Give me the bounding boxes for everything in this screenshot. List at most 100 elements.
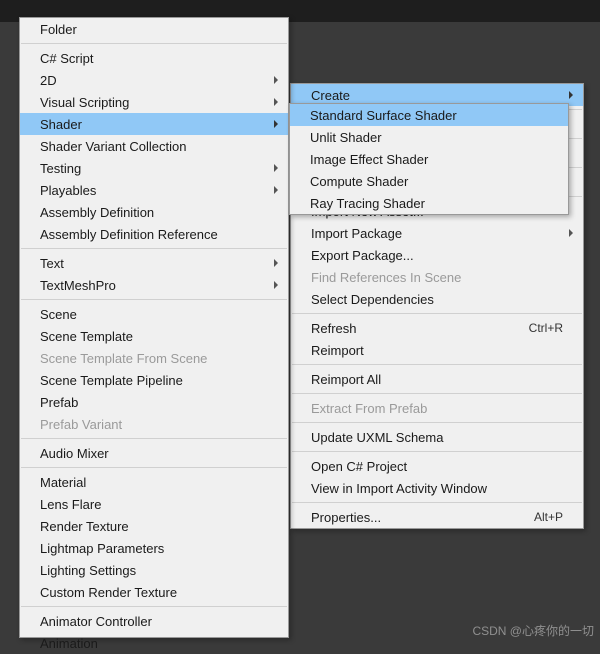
menu-item-material[interactable]: Material: [20, 471, 288, 493]
menu-item-label: Select Dependencies: [311, 292, 434, 307]
menu-item-label: Standard Surface Shader: [310, 108, 457, 123]
menu-item-folder[interactable]: Folder: [20, 18, 288, 40]
menu-item-label: Export Package...: [311, 248, 414, 263]
menu-separator: [292, 313, 582, 314]
menu-item-label: View in Import Activity Window: [311, 481, 487, 496]
menu-item-label: Reimport: [311, 343, 364, 358]
menu-separator: [21, 299, 287, 300]
menu-item-label: Shader Variant Collection: [40, 139, 186, 154]
create-submenu: Folder C# Script 2D Visual Scripting Shader S…: [19, 17, 289, 638]
menu-item-prefab[interactable]: Prefab: [20, 391, 288, 413]
menu-separator: [292, 451, 582, 452]
menu-item-animation[interactable]: Animation: [20, 632, 288, 654]
menu-item-visual-scripting[interactable]: Visual Scripting: [20, 91, 288, 113]
menu-item-label: Material: [40, 475, 86, 490]
menu-item-label: Open C# Project: [311, 459, 407, 474]
menu-item-label: Shader: [40, 117, 82, 132]
menu-separator: [21, 438, 287, 439]
menu-item-unlit-shader[interactable]: Unlit Shader: [290, 126, 568, 148]
menu-item-label: Custom Render Texture: [40, 585, 177, 600]
menu-item-refresh[interactable]: Refresh Ctrl+R: [291, 317, 583, 339]
menu-item-label: Text: [40, 256, 64, 271]
menu-item-custom-render-texture[interactable]: Custom Render Texture: [20, 581, 288, 603]
menu-item-label: Import Package: [311, 226, 402, 241]
menu-item-extract-from-prefab: Extract From Prefab: [291, 397, 583, 419]
menu-item-textmeshpro[interactable]: TextMeshPro: [20, 274, 288, 296]
menu-item-label: Unlit Shader: [310, 130, 382, 145]
menu-item-label: Visual Scripting: [40, 95, 129, 110]
menu-item-ray-tracing-shader[interactable]: Ray Tracing Shader: [290, 192, 568, 214]
menu-item-label: Prefab: [40, 395, 78, 410]
menu-item-scene-template-from-scene: Scene Template From Scene: [20, 347, 288, 369]
menu-item-label: Lens Flare: [40, 497, 101, 512]
menu-item-label: Refresh: [311, 321, 357, 336]
menu-separator: [21, 43, 287, 44]
menu-item-label: Image Effect Shader: [310, 152, 428, 167]
menu-item-animator-controller[interactable]: Animator Controller: [20, 610, 288, 632]
menu-item-label: Scene Template From Scene: [40, 351, 207, 366]
menu-item-properties[interactable]: Properties... Alt+P: [291, 506, 583, 528]
menu-item-label: Audio Mixer: [40, 446, 109, 461]
menu-item-standard-surface-shader[interactable]: Standard Surface Shader: [290, 104, 568, 126]
menu-item-label: Reimport All: [311, 372, 381, 387]
watermark: CSDN @心疼你的一切: [472, 622, 594, 639]
menu-item-lightmap-parameters[interactable]: Lightmap Parameters: [20, 537, 288, 559]
menu-item-select-dependencies[interactable]: Select Dependencies: [291, 288, 583, 310]
menu-item-compute-shader[interactable]: Compute Shader: [290, 170, 568, 192]
menu-item-update-uxml-schema[interactable]: Update UXML Schema: [291, 426, 583, 448]
menu-item-find-references-in-scene: Find References In Scene: [291, 266, 583, 288]
menu-item-label: Extract From Prefab: [311, 401, 427, 416]
menu-item-label: Lighting Settings: [40, 563, 136, 578]
menu-item-shader-variant-collection[interactable]: Shader Variant Collection: [20, 135, 288, 157]
menu-item-open-csharp-project[interactable]: Open C# Project: [291, 455, 583, 477]
menu-item-label: Create: [311, 88, 350, 103]
menu-item-label: Scene: [40, 307, 77, 322]
menu-item-export-package[interactable]: Export Package...: [291, 244, 583, 266]
menu-item-scene-template-pipeline[interactable]: Scene Template Pipeline: [20, 369, 288, 391]
menu-item-csharp-script[interactable]: C# Script: [20, 47, 288, 69]
menu-item-shortcut: Ctrl+R: [529, 321, 563, 335]
menu-item-lighting-settings[interactable]: Lighting Settings: [20, 559, 288, 581]
menu-separator: [21, 467, 287, 468]
menu-separator: [21, 248, 287, 249]
menu-separator: [292, 364, 582, 365]
menu-item-text[interactable]: Text: [20, 252, 288, 274]
menu-item-label: Lightmap Parameters: [40, 541, 164, 556]
menu-item-view-in-import-activity-window[interactable]: View in Import Activity Window: [291, 477, 583, 499]
menu-item-label: Find References In Scene: [311, 270, 461, 285]
menu-item-audio-mixer[interactable]: Audio Mixer: [20, 442, 288, 464]
menu-item-scene[interactable]: Scene: [20, 303, 288, 325]
menu-item-label: Update UXML Schema: [311, 430, 443, 445]
menu-item-label: Scene Template: [40, 329, 133, 344]
menu-item-label: Testing: [40, 161, 81, 176]
menu-item-label: 2D: [40, 73, 57, 88]
menu-item-shortcut: Alt+P: [534, 510, 563, 524]
menu-item-reimport-all[interactable]: Reimport All: [291, 368, 583, 390]
menu-item-prefab-variant: Prefab Variant: [20, 413, 288, 435]
menu-item-label: TextMeshPro: [40, 278, 116, 293]
menu-item-import-package[interactable]: Import Package: [291, 222, 583, 244]
menu-separator: [21, 606, 287, 607]
menu-item-playables[interactable]: Playables: [20, 179, 288, 201]
menu-item-label: Playables: [40, 183, 96, 198]
menu-item-reimport[interactable]: Reimport: [291, 339, 583, 361]
menu-item-label: Properties...: [311, 510, 381, 525]
menu-item-label: Folder: [40, 22, 77, 37]
menu-item-image-effect-shader[interactable]: Image Effect Shader: [290, 148, 568, 170]
menu-item-shader[interactable]: Shader: [20, 113, 288, 135]
menu-item-label: Prefab Variant: [40, 417, 122, 432]
menu-item-label: Animator Controller: [40, 614, 152, 629]
menu-item-label: Compute Shader: [310, 174, 408, 189]
menu-separator: [292, 422, 582, 423]
menu-item-testing[interactable]: Testing: [20, 157, 288, 179]
menu-item-label: Scene Template Pipeline: [40, 373, 183, 388]
menu-item-assembly-definition-reference[interactable]: Assembly Definition Reference: [20, 223, 288, 245]
menu-item-lens-flare[interactable]: Lens Flare: [20, 493, 288, 515]
menu-item-label: Render Texture: [40, 519, 129, 534]
menu-item-scene-template[interactable]: Scene Template: [20, 325, 288, 347]
menu-item-render-texture[interactable]: Render Texture: [20, 515, 288, 537]
shader-submenu: Standard Surface Shader Unlit Shader Image…: [289, 103, 569, 215]
menu-item-assembly-definition[interactable]: Assembly Definition: [20, 201, 288, 223]
menu-separator: [292, 502, 582, 503]
menu-item-2d[interactable]: 2D: [20, 69, 288, 91]
